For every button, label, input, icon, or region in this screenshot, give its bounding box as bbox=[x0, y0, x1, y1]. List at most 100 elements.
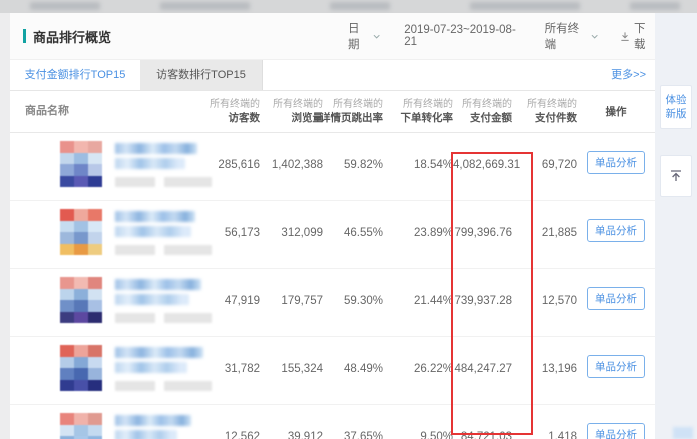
redacted-product-title-line1 bbox=[115, 347, 203, 358]
single-item-analysis-button[interactable]: 单品分析 bbox=[587, 355, 645, 378]
redacted-product-meta bbox=[115, 381, 212, 391]
product-info bbox=[115, 279, 212, 323]
bounce-rate-value: 48.49% bbox=[323, 337, 383, 404]
right-side-rail: 体验新版 bbox=[655, 13, 697, 439]
download-button[interactable]: 下载 bbox=[620, 20, 655, 52]
single-item-analysis-button[interactable]: 单品分析 bbox=[587, 151, 645, 174]
redacted-product-title-line1 bbox=[115, 143, 197, 154]
product-cell[interactable] bbox=[10, 405, 150, 439]
operations-cell: 单品分析 bbox=[577, 133, 655, 200]
more-link[interactable]: 更多>> bbox=[611, 60, 646, 90]
conversion-rate-value: 18.54% bbox=[383, 133, 453, 200]
conversion-rate-value: 26.22% bbox=[383, 337, 453, 404]
col-header-product-name: 商品名称 bbox=[10, 91, 150, 132]
tabs-row: 支付金额排行TOP15 访客数排行TOP15 更多>> bbox=[10, 60, 655, 91]
back-to-top-button[interactable] bbox=[660, 155, 692, 197]
bounce-rate-value: 59.30% bbox=[323, 269, 383, 336]
filter-controls: 日期 2019-07-23~2019-08-21 所有终端 下载 bbox=[348, 13, 655, 59]
redacted-product-title-line1 bbox=[115, 415, 191, 426]
card-header: 商品排行概览 日期 2019-07-23~2019-08-21 所有终端 下载 bbox=[10, 13, 655, 60]
operations-cell: 单品分析 bbox=[577, 201, 655, 268]
redacted-product-title-line2 bbox=[115, 158, 185, 169]
views-value: 39,912 bbox=[260, 405, 323, 439]
table-body: 285,616 1,402,388 59.82% 18.54% 4,082,66… bbox=[10, 133, 655, 439]
col-header-payment-amount: 所有终端的 支付金额 bbox=[453, 91, 512, 132]
col-header-bounce-rate: 所有终端的 详情页跳出率 bbox=[323, 91, 383, 132]
payment-items-value: 1,418 bbox=[512, 405, 577, 439]
tab-visitor-count-top15[interactable]: 访客数排行TOP15 bbox=[140, 60, 263, 90]
single-item-analysis-button[interactable]: 单品分析 bbox=[587, 423, 645, 439]
operations-cell: 单品分析 bbox=[577, 337, 655, 404]
back-to-top-icon bbox=[668, 168, 684, 184]
page-title: 商品排行概览 bbox=[33, 27, 111, 46]
payment-amount-value: 739,937.28 bbox=[453, 269, 512, 336]
product-thumbnail-blurred bbox=[60, 413, 102, 439]
col-header-operations: 操作 bbox=[577, 91, 655, 132]
col-header-views: 所有终端的 浏览量 bbox=[260, 91, 323, 132]
product-info bbox=[115, 143, 212, 187]
tab-payment-amount-top15[interactable]: 支付金额排行TOP15 bbox=[10, 60, 140, 90]
product-info bbox=[115, 347, 212, 391]
conversion-rate-value: 23.89% bbox=[383, 201, 453, 268]
download-icon bbox=[620, 31, 630, 42]
product-cell[interactable] bbox=[10, 337, 150, 404]
product-thumbnail-blurred bbox=[60, 345, 102, 391]
page-left-gutter bbox=[0, 13, 10, 439]
views-value: 155,324 bbox=[260, 337, 323, 404]
col-header-payment-items: 所有终端的 支付件数 bbox=[512, 91, 577, 132]
bounce-rate-value: 59.82% bbox=[323, 133, 383, 200]
product-cell[interactable] bbox=[10, 201, 150, 268]
bounce-rate-value: 46.55% bbox=[323, 201, 383, 268]
table-header-row: 商品名称 所有终端的 访客数 所有终端的 浏览量 所有终端的 详情页跳出率 所有… bbox=[10, 91, 655, 133]
product-info bbox=[115, 211, 212, 255]
product-ranking-card: 商品排行概览 日期 2019-07-23~2019-08-21 所有终端 下载 bbox=[10, 13, 655, 439]
chevron-down-icon bbox=[373, 34, 380, 40]
table-row: 285,616 1,402,388 59.82% 18.54% 4,082,66… bbox=[10, 133, 655, 201]
date-range-picker[interactable]: 2019-07-23~2019-08-21 bbox=[404, 24, 518, 48]
views-value: 179,757 bbox=[260, 269, 323, 336]
date-filter-label: 日期 bbox=[348, 20, 369, 52]
redacted-product-meta bbox=[115, 177, 212, 187]
views-value: 1,402,388 bbox=[260, 133, 323, 200]
date-filter-dropdown[interactable]: 日期 bbox=[348, 20, 380, 52]
title-marker bbox=[23, 29, 26, 43]
product-info bbox=[115, 415, 212, 439]
clipped-blob bbox=[160, 2, 250, 10]
terminal-filter-dropdown[interactable]: 所有终端 bbox=[545, 20, 598, 52]
try-new-version-label: 体验新版 bbox=[665, 93, 687, 121]
table-row: 31,782 155,324 48.49% 26.22% 484,247.27 … bbox=[10, 337, 655, 405]
payment-items-value: 21,885 bbox=[512, 201, 577, 268]
clipped-blob bbox=[630, 2, 680, 10]
payment-amount-value: 799,396.76 bbox=[453, 201, 512, 268]
redacted-product-title-line2 bbox=[115, 362, 187, 373]
table-row: 56,173 312,099 46.55% 23.89% 799,396.76 … bbox=[10, 201, 655, 269]
redacted-product-title-line1 bbox=[115, 211, 195, 222]
product-cell[interactable] bbox=[10, 269, 150, 336]
clipped-blob bbox=[470, 2, 580, 10]
product-cell[interactable] bbox=[10, 133, 150, 200]
operations-cell: 单品分析 bbox=[577, 269, 655, 336]
col-header-conversion-rate: 所有终端的 下单转化率 bbox=[383, 91, 453, 132]
clipped-blob bbox=[330, 2, 390, 10]
redacted-product-title-line2 bbox=[115, 430, 177, 439]
clipped-floating-widget bbox=[673, 427, 693, 439]
clipped-blob bbox=[30, 2, 100, 10]
product-thumbnail-blurred bbox=[60, 209, 102, 255]
clipped-content-band bbox=[0, 0, 697, 13]
col-header-visitors: 所有终端的 访客数 bbox=[150, 91, 260, 132]
redacted-product-meta bbox=[115, 313, 212, 323]
chevron-down-icon bbox=[591, 34, 598, 40]
try-new-version-button[interactable]: 体验新版 bbox=[660, 85, 692, 129]
single-item-analysis-button[interactable]: 单品分析 bbox=[587, 287, 645, 310]
product-ranking-screen: 商品排行概览 日期 2019-07-23~2019-08-21 所有终端 下载 bbox=[0, 0, 697, 439]
table-row: 47,919 179,757 59.30% 21.44% 739,937.28 … bbox=[10, 269, 655, 337]
conversion-rate-value: 21.44% bbox=[383, 269, 453, 336]
payment-items-value: 69,720 bbox=[512, 133, 577, 200]
product-thumbnail-blurred bbox=[60, 277, 102, 323]
redacted-product-meta bbox=[115, 245, 212, 255]
operations-cell: 单品分析 bbox=[577, 405, 655, 439]
product-thumbnail-blurred bbox=[60, 141, 102, 187]
payment-amount-value: 4,082,669.31 bbox=[453, 133, 512, 200]
table-row: 12,562 39,912 37.65% 9.50% 84,721.03 1,4… bbox=[10, 405, 655, 439]
single-item-analysis-button[interactable]: 单品分析 bbox=[587, 219, 645, 242]
